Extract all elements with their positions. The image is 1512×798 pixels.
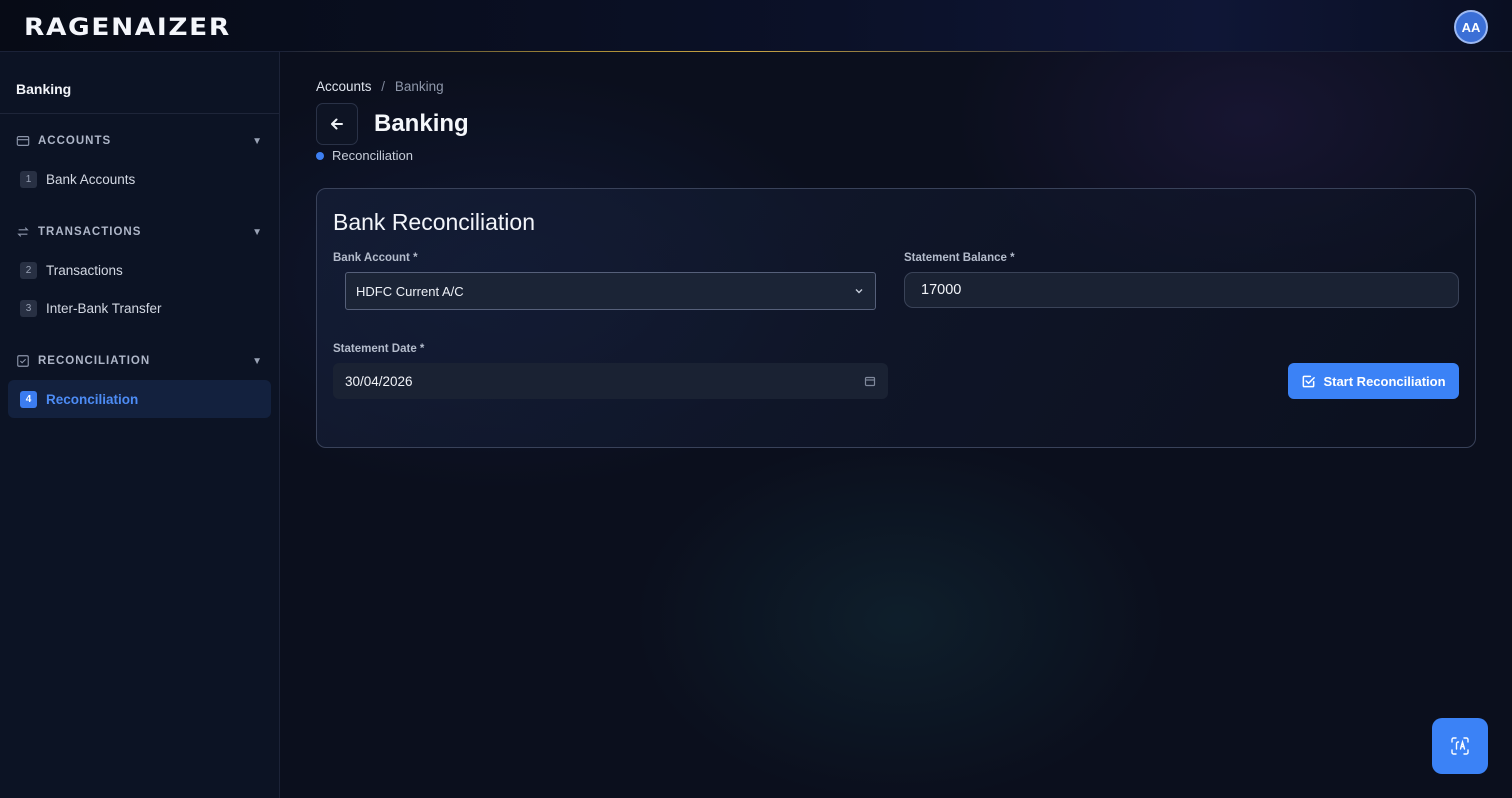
bank-account-select[interactable]: HDFC Current A/C bbox=[345, 272, 876, 310]
checkbox-icon bbox=[17, 355, 29, 367]
card-icon bbox=[16, 136, 30, 146]
sidebar-item-inter-bank-transfer[interactable]: 3 Inter-Bank Transfer bbox=[8, 289, 271, 327]
nav-number-badge: 4 bbox=[20, 390, 37, 408]
tab-label: Reconciliation bbox=[332, 148, 413, 163]
statement-date-input[interactable]: 30/04/2026 bbox=[333, 363, 888, 399]
section-header-transactions[interactable]: TRANSACTIONS ▼ bbox=[8, 221, 271, 243]
sidebar-item-label: Inter-Bank Transfer bbox=[46, 300, 162, 316]
bank-account-value: HDFC Current A/C bbox=[356, 283, 464, 299]
start-reconciliation-button[interactable]: Start Reconciliation bbox=[1288, 363, 1459, 399]
caret-down-icon[interactable]: ▼ bbox=[252, 356, 263, 367]
section-label-transactions: TRANSACTIONS bbox=[38, 226, 142, 238]
app-root: RAGENAIZER AA Banking ACCOUNTS ▼ 1 Bank … bbox=[0, 0, 1512, 798]
sidebar: Banking ACCOUNTS ▼ 1 Bank Accounts TRANS… bbox=[0, 52, 280, 798]
reconciliation-card: Bank Reconciliation Bank Account * HDFC … bbox=[316, 188, 1476, 448]
sidebar-section-reconciliation: RECONCILIATION ▼ 4 Reconciliation bbox=[0, 350, 279, 418]
top-bar: RAGENAIZER AA bbox=[0, 0, 1512, 52]
sidebar-title: Banking bbox=[0, 52, 279, 114]
bank-account-label: Bank Account * bbox=[333, 252, 418, 264]
section-label-accounts: ACCOUNTS bbox=[38, 135, 112, 147]
statement-date-value: 30/04/2026 bbox=[345, 373, 413, 389]
breadcrumb-current: Banking bbox=[394, 79, 444, 94]
ai-assistant-icon bbox=[1451, 737, 1469, 755]
logo-text: RAGENAIZER bbox=[24, 13, 231, 41]
user-avatar[interactable]: AA bbox=[1454, 10, 1488, 44]
check-square-icon bbox=[1303, 375, 1316, 387]
breadcrumb-link-accounts[interactable]: Accounts bbox=[316, 79, 372, 94]
section-header-accounts[interactable]: ACCOUNTS ▼ bbox=[8, 130, 271, 152]
chevron-down-icon bbox=[855, 289, 863, 294]
sidebar-item-transactions[interactable]: 2 Transactions bbox=[8, 251, 271, 289]
breadcrumb: Accounts / Banking bbox=[316, 79, 444, 94]
calendar-icon[interactable] bbox=[864, 375, 876, 387]
nav-number-badge: 2 bbox=[20, 261, 37, 279]
statement-balance-value: 17000 bbox=[921, 282, 962, 298]
active-dot bbox=[316, 151, 324, 160]
swap-icon bbox=[17, 227, 29, 237]
sidebar-section-transactions: TRANSACTIONS ▼ 2 Transactions 3 Inter-Ba… bbox=[0, 221, 279, 327]
sidebar-item-label: Bank Accounts bbox=[46, 171, 136, 187]
section-label-reconciliation: RECONCILIATION bbox=[38, 355, 151, 367]
back-button[interactable] bbox=[316, 103, 358, 145]
sidebar-item-reconciliation[interactable]: 4 Reconciliation bbox=[8, 380, 271, 418]
card-title: Bank Reconciliation bbox=[333, 209, 536, 235]
nav-number-badge: 1 bbox=[20, 170, 37, 188]
tab-reconciliation[interactable]: Reconciliation bbox=[316, 148, 413, 163]
start-reconciliation-label: Start Reconciliation bbox=[1323, 373, 1446, 389]
sidebar-section-accounts: ACCOUNTS ▼ 1 Bank Accounts bbox=[0, 130, 279, 198]
statement-balance-label: Statement Balance * bbox=[904, 252, 1015, 264]
arrow-left-icon bbox=[331, 118, 343, 130]
sidebar-item-label: Reconciliation bbox=[46, 391, 139, 407]
breadcrumb-separator: / bbox=[381, 79, 386, 94]
statement-date-label: Statement Date * bbox=[333, 343, 425, 355]
page-title: Banking bbox=[374, 110, 469, 137]
caret-down-icon[interactable]: ▼ bbox=[252, 136, 263, 147]
sidebar-item-bank-accounts[interactable]: 1 Bank Accounts bbox=[8, 160, 271, 198]
sidebar-item-label: Transactions bbox=[46, 262, 123, 278]
statement-balance-input[interactable]: 17000 bbox=[904, 272, 1459, 308]
ai-assistant-button[interactable] bbox=[1432, 718, 1488, 774]
caret-down-icon[interactable]: ▼ bbox=[252, 227, 263, 238]
nav-number-badge: 3 bbox=[20, 299, 37, 317]
section-header-reconciliation[interactable]: RECONCILIATION ▼ bbox=[8, 350, 271, 372]
app-logo[interactable]: RAGENAIZER bbox=[24, 13, 229, 41]
